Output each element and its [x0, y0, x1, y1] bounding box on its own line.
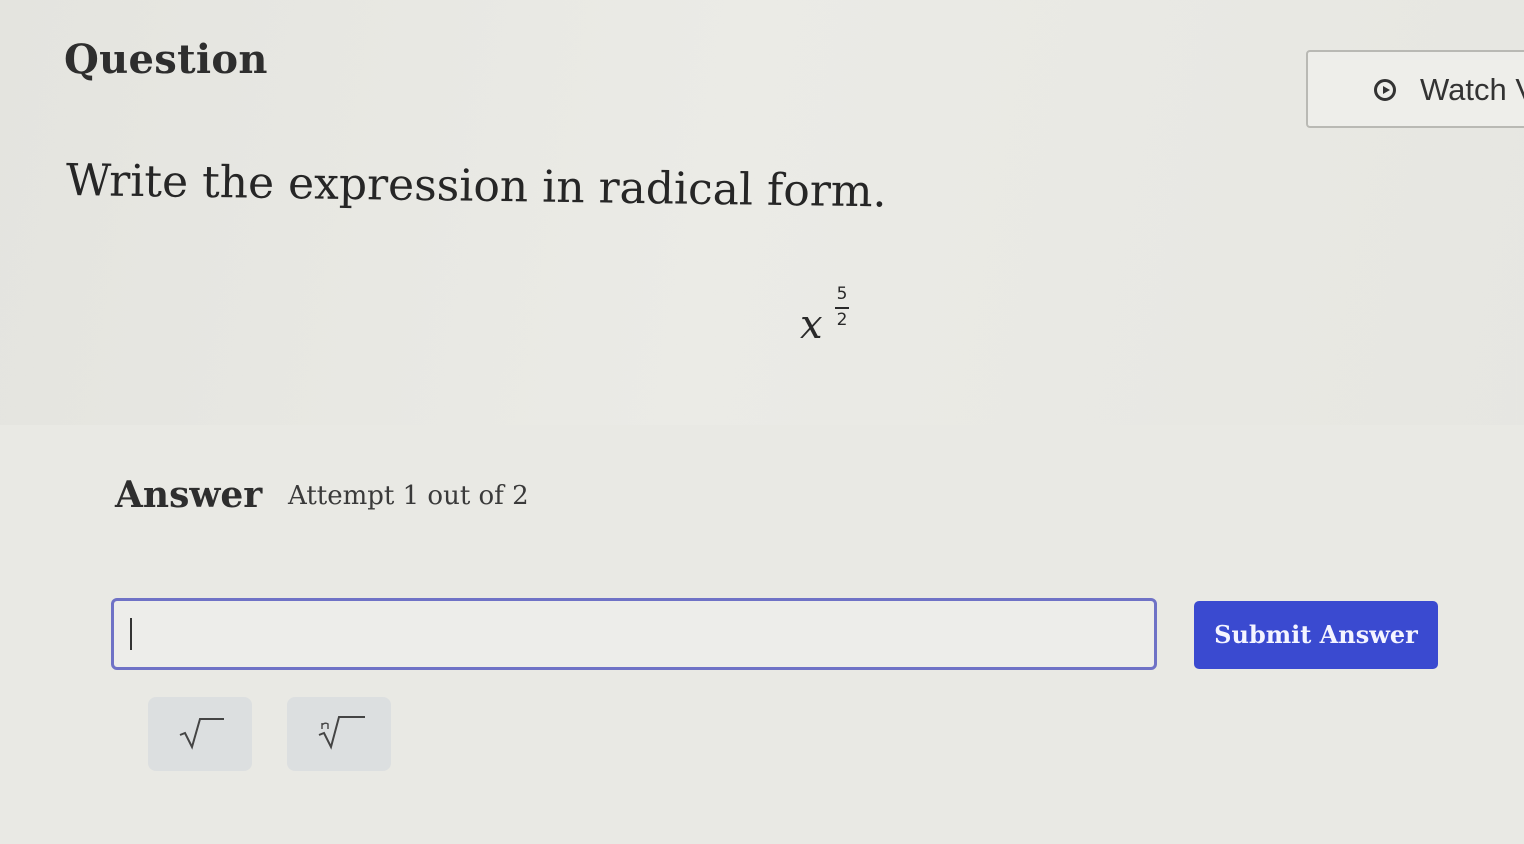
watch-video-button[interactable]: Watch V: [1306, 50, 1524, 128]
nth-root-button[interactable]: [287, 697, 391, 771]
math-expression: x 5 2: [800, 282, 870, 352]
text-caret: [130, 618, 132, 650]
fraction-bar: [835, 307, 849, 309]
question-heading: Question: [64, 36, 268, 83]
submit-answer-button[interactable]: Submit Answer: [1194, 601, 1438, 669]
nth-root-icon: [318, 716, 365, 750]
square-root-button[interactable]: [148, 697, 252, 771]
square-root-icon: [179, 718, 224, 750]
attempt-counter: Attempt 1 out of 2: [288, 481, 529, 511]
answer-label: Answer: [115, 474, 263, 516]
play-circle-icon: [1374, 79, 1396, 101]
exponent-numerator: 5: [836, 284, 848, 304]
answer-input[interactable]: [111, 598, 1157, 670]
question-instruction: Write the expression in radical form.: [65, 155, 887, 218]
expression-base: x: [800, 302, 823, 348]
exponent-denominator: 2: [836, 310, 848, 330]
watch-video-label: Watch V: [1420, 72, 1524, 107]
